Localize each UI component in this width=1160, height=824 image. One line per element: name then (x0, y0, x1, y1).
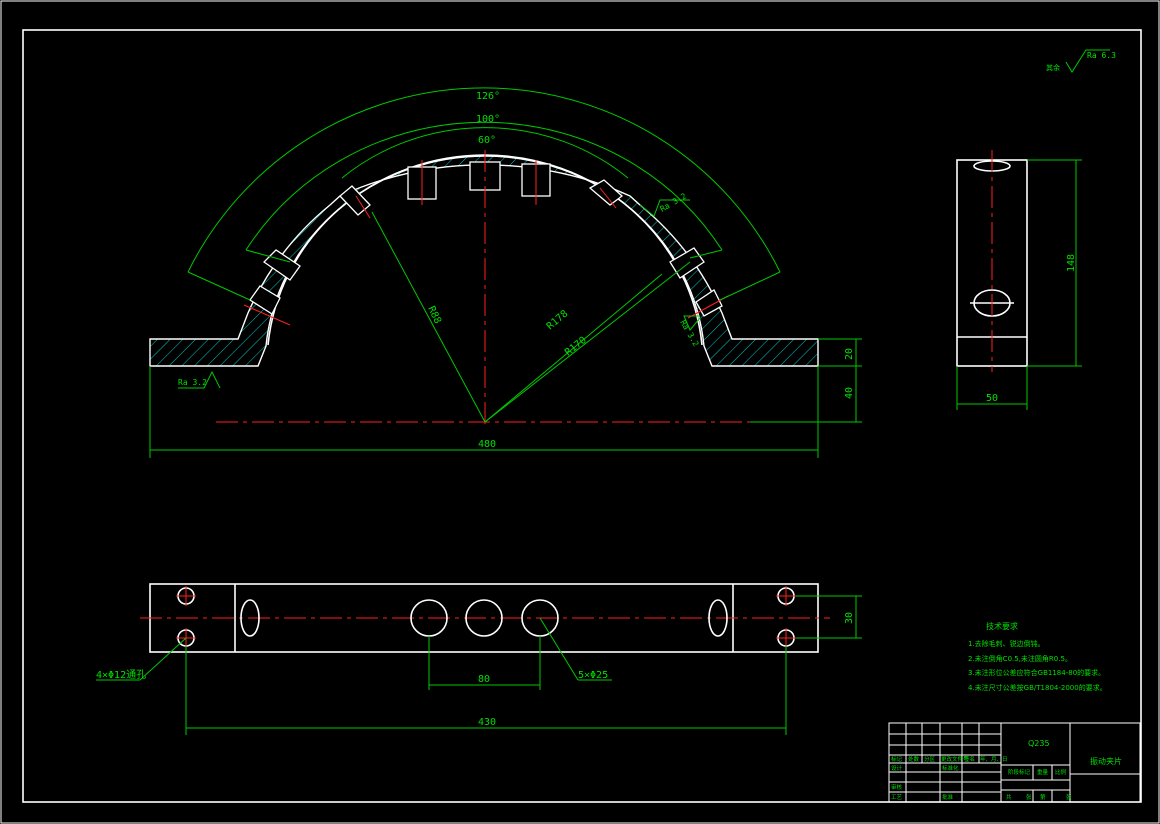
tech-item: 4.未注尺寸公差按GB/T1804-2000的要求。 (968, 683, 1107, 692)
depth-label: 30 (844, 612, 855, 624)
span-label: 430 (478, 717, 496, 728)
svg-text:张: 张 (1066, 793, 1072, 801)
part-name-label: 振动夹片 (1090, 756, 1122, 766)
roughness-mark-right: Ra 3.2 (678, 315, 701, 349)
height-40-label: 40 (844, 387, 855, 399)
material-label: Q235 (1028, 739, 1050, 748)
tech-requirements: 技术要求 1.去除毛刺、锐边倒钝。 2.未注倒角C0.5,未注圆角R0.5。 3… (968, 621, 1107, 692)
svg-text:年、月、日: 年、月、日 (980, 755, 1008, 763)
svg-text:Ra 6.3: Ra 6.3 (1087, 51, 1116, 60)
roughness-mark-left: Ra 3.2 (178, 370, 221, 389)
svg-text:标记: 标记 (891, 755, 903, 763)
angle-inner-label: 60° (478, 135, 496, 146)
tech-item: 3.未注形位公差应符合GB1184-80的要求。 (968, 668, 1105, 677)
angle-outer-label: 126° (476, 91, 500, 102)
sheet-outer-border (0, 0, 1160, 824)
radius-r178-label: R178 (545, 308, 571, 332)
svg-text:签名: 签名 (964, 755, 975, 763)
svg-text:处数: 处数 (908, 755, 920, 763)
svg-text:阶段标记: 阶段标记 (1008, 768, 1031, 776)
svg-text:Ra 3.2: Ra 3.2 (178, 378, 207, 387)
front-view: 126° 100° 60° R88 R178 R170 Ra 3.2 Ra 3.… (149, 87, 862, 458)
svg-text:设计: 设计 (891, 764, 903, 772)
svg-text:其余: 其余 (1046, 63, 1060, 72)
tech-item: 2.未注倒角C0.5,未注圆角R0.5。 (968, 654, 1072, 663)
title-block: 标记 处数 分区 更改文件号 签名 年、月、日 设计 标准化 审核 工艺 批准 … (888, 722, 1141, 803)
holes-5-label: 5×Φ25 (578, 670, 608, 681)
svg-text:共: 共 (1006, 793, 1012, 801)
side-view: 148 50 (956, 150, 1082, 410)
roughness-corner: 其余 Ra 6.3 (1046, 49, 1116, 73)
side-height-label: 148 (1066, 254, 1077, 272)
side-width-label: 50 (986, 393, 998, 404)
pitch-label: 80 (478, 674, 490, 685)
svg-text:分区: 分区 (924, 755, 936, 763)
svg-text:Ra 3.2: Ra 3.2 (678, 319, 700, 349)
svg-text:批准: 批准 (942, 793, 954, 801)
svg-text:张: 张 (1026, 793, 1032, 801)
tech-title: 技术要求 (986, 621, 1018, 631)
width-label: 480 (478, 439, 496, 450)
tech-item: 1.去除毛刺、锐边倒钝。 (968, 639, 1045, 648)
bottom-view: 4×Φ12通孔 5×Φ25 80 430 30 (96, 583, 862, 735)
svg-text:第: 第 (1040, 793, 1046, 801)
drawing-canvas: 126° 100° 60° R88 R178 R170 Ra 3.2 Ra 3.… (0, 0, 1160, 824)
svg-text:比例: 比例 (1055, 768, 1067, 776)
holes-4-label: 4×Φ12通孔 (96, 669, 146, 681)
svg-text:工艺: 工艺 (891, 794, 903, 801)
svg-text:重量: 重量 (1037, 768, 1049, 776)
angle-middle-label: 100° (476, 114, 500, 125)
svg-text:标准化: 标准化 (942, 764, 959, 772)
height-20-label: 20 (844, 348, 855, 360)
svg-text:审核: 审核 (891, 783, 903, 791)
